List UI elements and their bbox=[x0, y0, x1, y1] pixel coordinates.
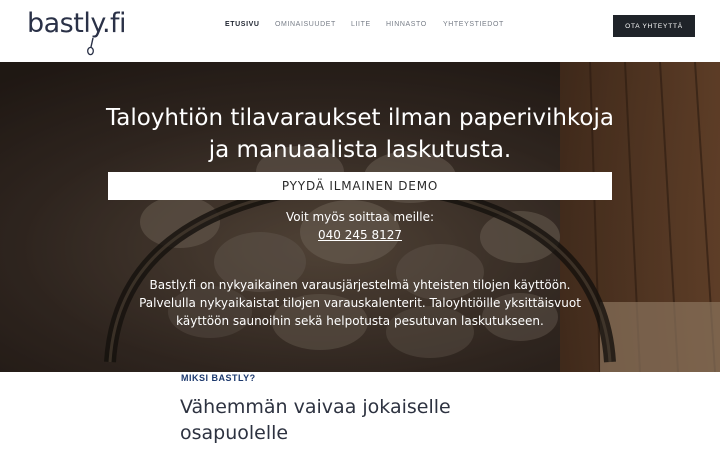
nav-yhteystiedot[interactable]: YHTEYSTIEDOT bbox=[443, 21, 504, 28]
hero-description-line-1: Bastly.fi on nykyaikainen varausjärjeste… bbox=[149, 278, 571, 292]
contact-button[interactable]: OTA YHTEYTTÄ bbox=[613, 15, 695, 37]
hero-section: Taloyhtiön tilavaraukset ilman paperivih… bbox=[0, 62, 720, 372]
nav-liite[interactable]: LIITE bbox=[351, 21, 371, 28]
site-header: bastly.fi ETUSIVU OMINAISUUDET LIITE HIN… bbox=[0, 0, 720, 62]
call-us-text: Voit myös soittaa meille: bbox=[285, 210, 435, 224]
section-eyebrow: MIKSI BASTLY? bbox=[181, 373, 256, 383]
hero-title-line-1: Taloyhtiön tilavaraukset ilman paperivih… bbox=[106, 105, 614, 131]
section-heading-line-2: osapuolelle bbox=[180, 422, 289, 444]
phone-link[interactable]: 040 245 8127 bbox=[260, 228, 460, 242]
hero-title-line-2: ja manuaalista laskutusta. bbox=[208, 137, 512, 163]
ladle-icon bbox=[87, 38, 94, 56]
nav-hinnasto[interactable]: HINNASTO bbox=[386, 21, 427, 28]
hero-description: Bastly.fi on nykyaikainen varausjärjeste… bbox=[110, 276, 610, 330]
section-heading: Vähemmän vaivaa jokaiselle osapuolelle bbox=[180, 394, 500, 446]
hero-description-line-2: Palvelulla nykyaikaistat tilojen varausk… bbox=[139, 296, 581, 310]
main-nav: ETUSIVU OMINAISUUDET LIITE HINNASTO YHTE… bbox=[0, 21, 720, 33]
nav-ominaisuudet[interactable]: OMINAISUUDET bbox=[275, 21, 336, 28]
request-demo-button[interactable]: PYYDÄ ILMAINEN DEMO bbox=[108, 172, 612, 200]
hero-title: Taloyhtiön tilavaraukset ilman paperivih… bbox=[60, 102, 660, 166]
hero-description-line-3: käyttöön saunoihin sekä helpotusta pesut… bbox=[176, 314, 544, 328]
section-heading-line-1: Vähemmän vaivaa jokaiselle bbox=[180, 396, 451, 418]
nav-etusivu[interactable]: ETUSIVU bbox=[225, 21, 260, 28]
